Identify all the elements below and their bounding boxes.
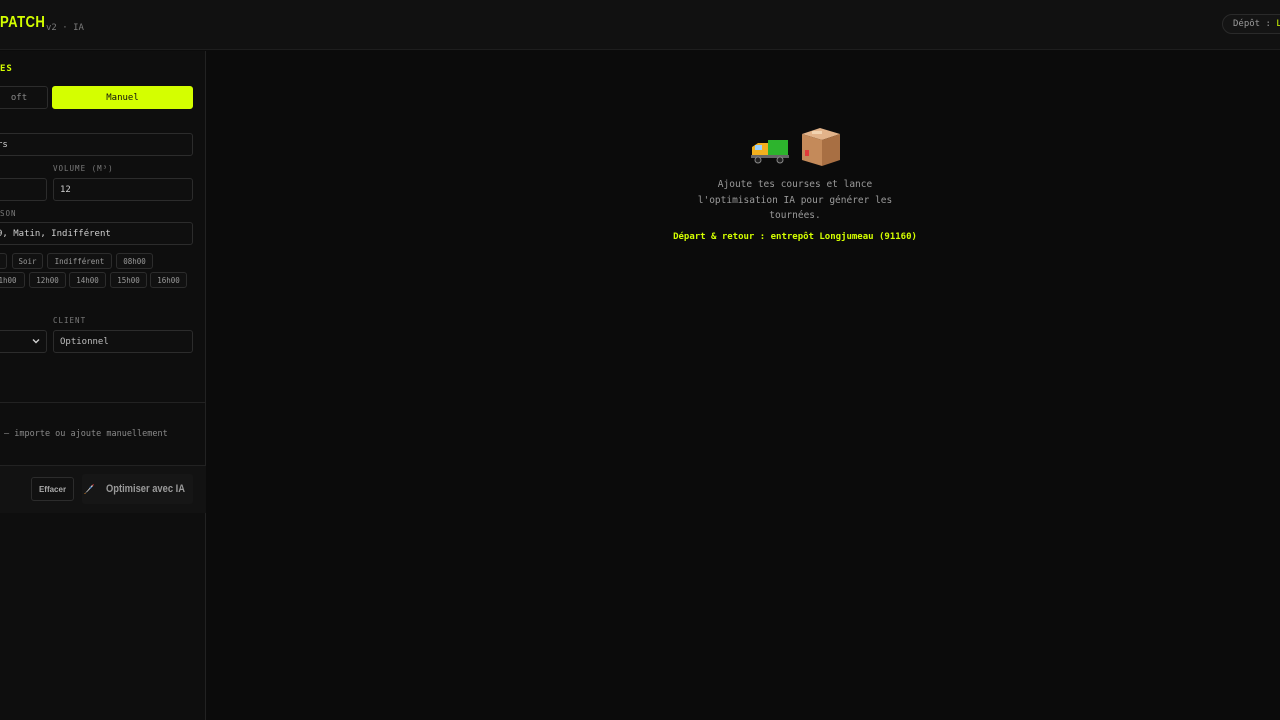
chip-slot[interactable]: . xyxy=(0,253,7,269)
slot-label: SON xyxy=(0,209,17,218)
chip-12h00[interactable]: 12h00 xyxy=(29,272,66,288)
chevron-down-icon xyxy=(32,339,40,344)
quantity-field[interactable] xyxy=(0,178,47,201)
mode-manual-button[interactable]: Manuel xyxy=(52,86,193,109)
sidebar-divider xyxy=(0,402,206,403)
slot-field[interactable]: 9, Matin, Indifférent xyxy=(0,222,193,245)
empty-state-message: Ajoute tes courses et lance l'optimisati… xyxy=(697,179,893,221)
address-field[interactable]: rs xyxy=(0,133,193,156)
depot-pill[interactable]: Dépôt : Lo xyxy=(1222,14,1280,34)
mode-soft-button[interactable]: oft xyxy=(0,86,48,109)
depot-value: Lo xyxy=(1276,19,1280,29)
chip-soir[interactable]: Soir xyxy=(12,253,43,269)
volume-field[interactable]: 12 xyxy=(53,178,193,201)
rocket-icon xyxy=(84,484,95,494)
chip-indifferent[interactable]: Indifférent xyxy=(47,253,112,269)
chip-16h00[interactable]: 16h00 xyxy=(150,272,187,288)
clear-button[interactable]: Effacer xyxy=(31,477,74,501)
chip-15h00[interactable]: 15h00 xyxy=(110,272,147,288)
chip-08h00[interactable]: 08h00 xyxy=(116,253,153,269)
client-field[interactable]: Optionnel xyxy=(53,330,193,353)
type-select[interactable] xyxy=(0,330,47,353)
package-icon xyxy=(802,128,840,166)
chip-11h00[interactable]: 1h00 xyxy=(0,272,25,288)
empty-list-hint: — importe ou ajoute manuellement xyxy=(4,429,168,439)
top-header: PATCH v2 · IA Dépôt : Lo xyxy=(0,0,1280,50)
depot-route-info: Départ & retour : entrepôt Longjumeau (9… xyxy=(673,232,917,242)
optimize-button-label: Optimiser avec IA xyxy=(106,483,185,495)
brand-title: PATCH xyxy=(0,14,46,31)
chip-14h00[interactable]: 14h00 xyxy=(69,272,106,288)
section-title: ES xyxy=(0,64,13,74)
volume-label: VOLUME (M³) xyxy=(53,164,114,173)
brand-version: v2 · IA xyxy=(46,23,84,33)
depot-label: Dépôt : xyxy=(1233,19,1271,29)
client-label: CLIENT xyxy=(53,316,87,325)
empty-state-illustration xyxy=(751,128,840,166)
optimize-button[interactable]: Optimiser avec IA xyxy=(82,474,193,504)
truck-icon xyxy=(751,140,789,164)
